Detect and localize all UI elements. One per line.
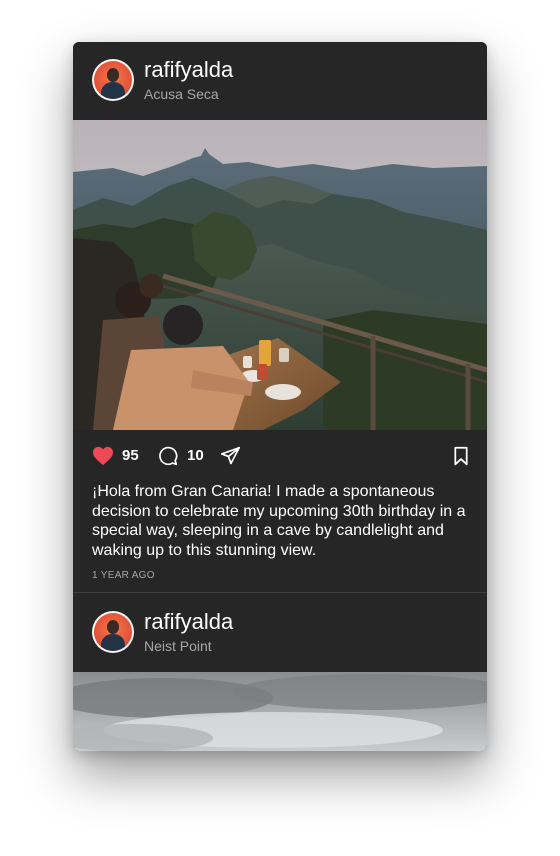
post-divider xyxy=(73,592,487,593)
username[interactable]: rafifyalda xyxy=(144,609,233,635)
post-actions-bar: 95 10 xyxy=(73,440,487,476)
paper-plane-icon[interactable] xyxy=(220,446,241,466)
like-count[interactable]: 95 xyxy=(122,446,139,466)
bookmark-icon[interactable] xyxy=(454,446,468,466)
location-link[interactable]: Acusa Seca xyxy=(144,85,219,103)
post-header: rafifyalda Neist Point xyxy=(73,594,487,672)
feed-window: rafifyalda Acusa Seca 95 10 ¡Hola from G… xyxy=(73,42,487,751)
post-caption: ¡Hola from Gran Canaria! I made a sponta… xyxy=(92,483,466,559)
comment-count[interactable]: 10 xyxy=(187,446,204,466)
post-header: rafifyalda Acusa Seca xyxy=(73,42,487,120)
comment-bubble-icon[interactable] xyxy=(158,446,178,466)
location-link[interactable]: Neist Point xyxy=(144,637,212,655)
post-photo[interactable] xyxy=(73,672,487,751)
username[interactable]: rafifyalda xyxy=(144,57,233,83)
avatar[interactable] xyxy=(92,59,134,101)
heart-icon[interactable] xyxy=(92,446,114,466)
post-timestamp: 1 YEAR AGO xyxy=(92,570,155,581)
avatar[interactable] xyxy=(92,611,134,653)
post-photo[interactable] xyxy=(73,120,487,430)
